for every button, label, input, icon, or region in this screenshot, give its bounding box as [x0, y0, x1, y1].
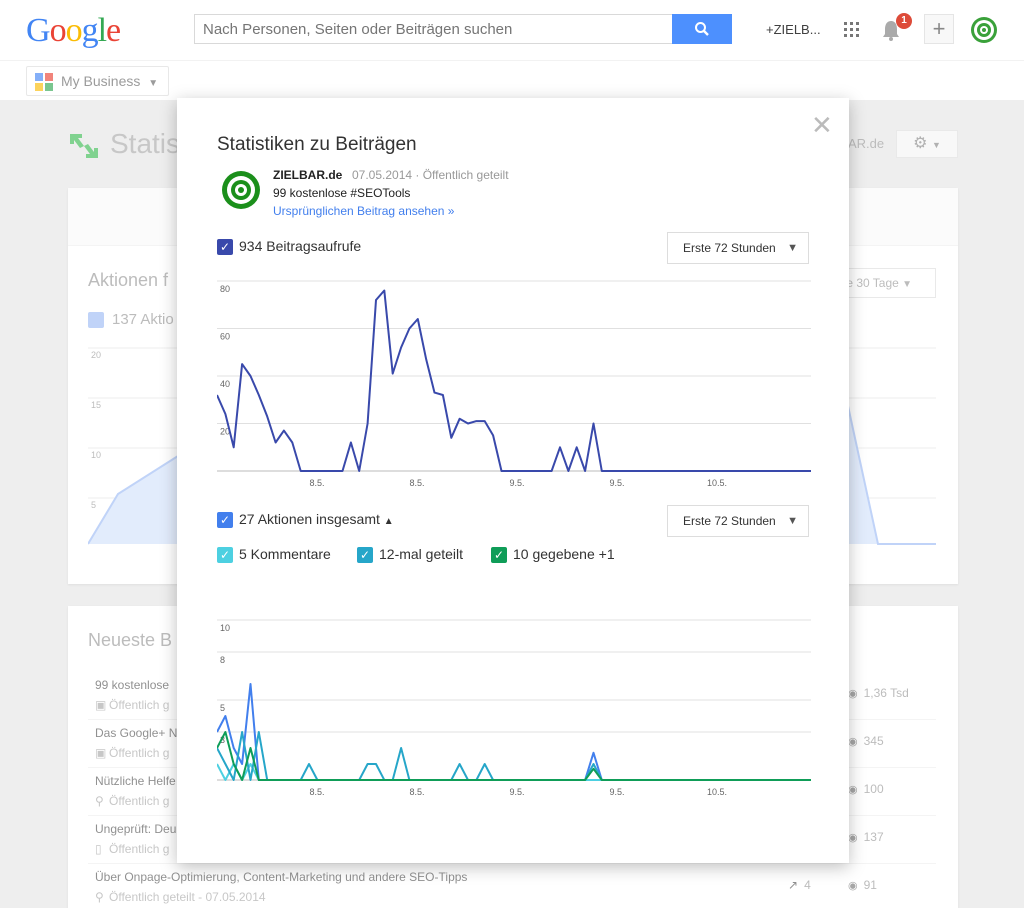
plusones-checkbox[interactable]: ✓	[491, 547, 507, 563]
series-line-2	[217, 731, 811, 781]
views-range-dropdown[interactable]: Erste 72 Stunden ▼	[667, 232, 809, 264]
plusones-label: 10 gegebene +1	[513, 546, 615, 562]
chevron-down-icon: ▼	[787, 515, 798, 527]
views-label: 934 Beitragsaufrufe	[239, 238, 362, 254]
comments-checkbox[interactable]: ✓	[217, 547, 233, 563]
search-button[interactable]	[672, 14, 732, 44]
post-text: 99 kostenlose #SEOTools	[273, 186, 411, 200]
dialog-title: Statistiken zu Beiträgen	[217, 134, 417, 155]
close-icon[interactable]: ✕	[811, 110, 833, 141]
apps-grid-icon[interactable]	[844, 22, 859, 37]
google-logo[interactable]: Google	[26, 12, 121, 50]
actions-label[interactable]: 27 Aktionen insgesamt ▲	[239, 511, 394, 527]
x-tick-label: 8.5.	[309, 478, 324, 488]
views-checkbox[interactable]: ✓	[217, 239, 233, 255]
series-line-3	[217, 731, 811, 781]
actions-chart: 108538.5. 8.5. 9.5. 9.5. 10.5.	[217, 619, 811, 797]
post-stats-dialog: ✕ Statistiken zu Beiträgen ZIELBAR.de 07…	[177, 98, 849, 863]
y-tick-label: 60	[220, 332, 230, 342]
avatar[interactable]	[970, 16, 998, 44]
actions-range-dropdown[interactable]: Erste 72 Stunden ▼	[667, 505, 809, 537]
x-tick-label: 9.5.	[609, 787, 624, 797]
x-tick-label: 9.5.	[509, 478, 524, 488]
x-tick-label: 9.5.	[609, 478, 624, 488]
x-tick-label: 10.5.	[707, 478, 727, 488]
x-tick-label: 10.5.	[707, 787, 727, 797]
avatar	[222, 171, 260, 209]
x-tick-label: 8.5.	[409, 787, 424, 797]
y-tick-label: 5	[220, 703, 225, 713]
y-tick-label: 40	[220, 379, 230, 389]
search-icon	[695, 22, 709, 36]
share-plus-button[interactable]: +	[924, 14, 954, 44]
views-chart: 806040208.5. 8.5. 9.5. 9.5. 10.5.	[217, 280, 811, 488]
shares-checkbox[interactable]: ✓	[357, 547, 373, 563]
x-tick-label: 9.5.	[509, 787, 524, 797]
series-line-1	[217, 763, 811, 781]
notification-badge: 1	[896, 13, 912, 29]
shares-label: 12-mal geteilt	[379, 546, 464, 562]
comments-label: 5 Kommentare	[239, 546, 331, 562]
y-tick-label: 10	[220, 623, 230, 633]
x-tick-label: 8.5.	[409, 478, 424, 488]
search-box	[194, 14, 732, 44]
profile-name-link[interactable]: +ZIELB...	[766, 22, 821, 37]
chevron-down-icon: ▼	[787, 242, 798, 254]
post-meta: 07.05.2014 · Öffentlich geteilt	[352, 168, 509, 182]
y-tick-label: 80	[220, 284, 230, 294]
post-author[interactable]: ZIELBAR.de	[273, 168, 342, 182]
series-line-0	[217, 289, 811, 472]
x-tick-label: 8.5.	[309, 787, 324, 797]
original-post-link[interactable]: Ursprünglichen Beitrag ansehen »	[273, 204, 454, 218]
top-bar: Google +ZIELB... 1 +	[0, 0, 1024, 60]
actions-checkbox[interactable]: ✓	[217, 512, 233, 528]
search-input[interactable]	[195, 15, 671, 43]
chevron-up-icon: ▲	[383, 516, 394, 527]
y-tick-label: 8	[220, 655, 225, 665]
